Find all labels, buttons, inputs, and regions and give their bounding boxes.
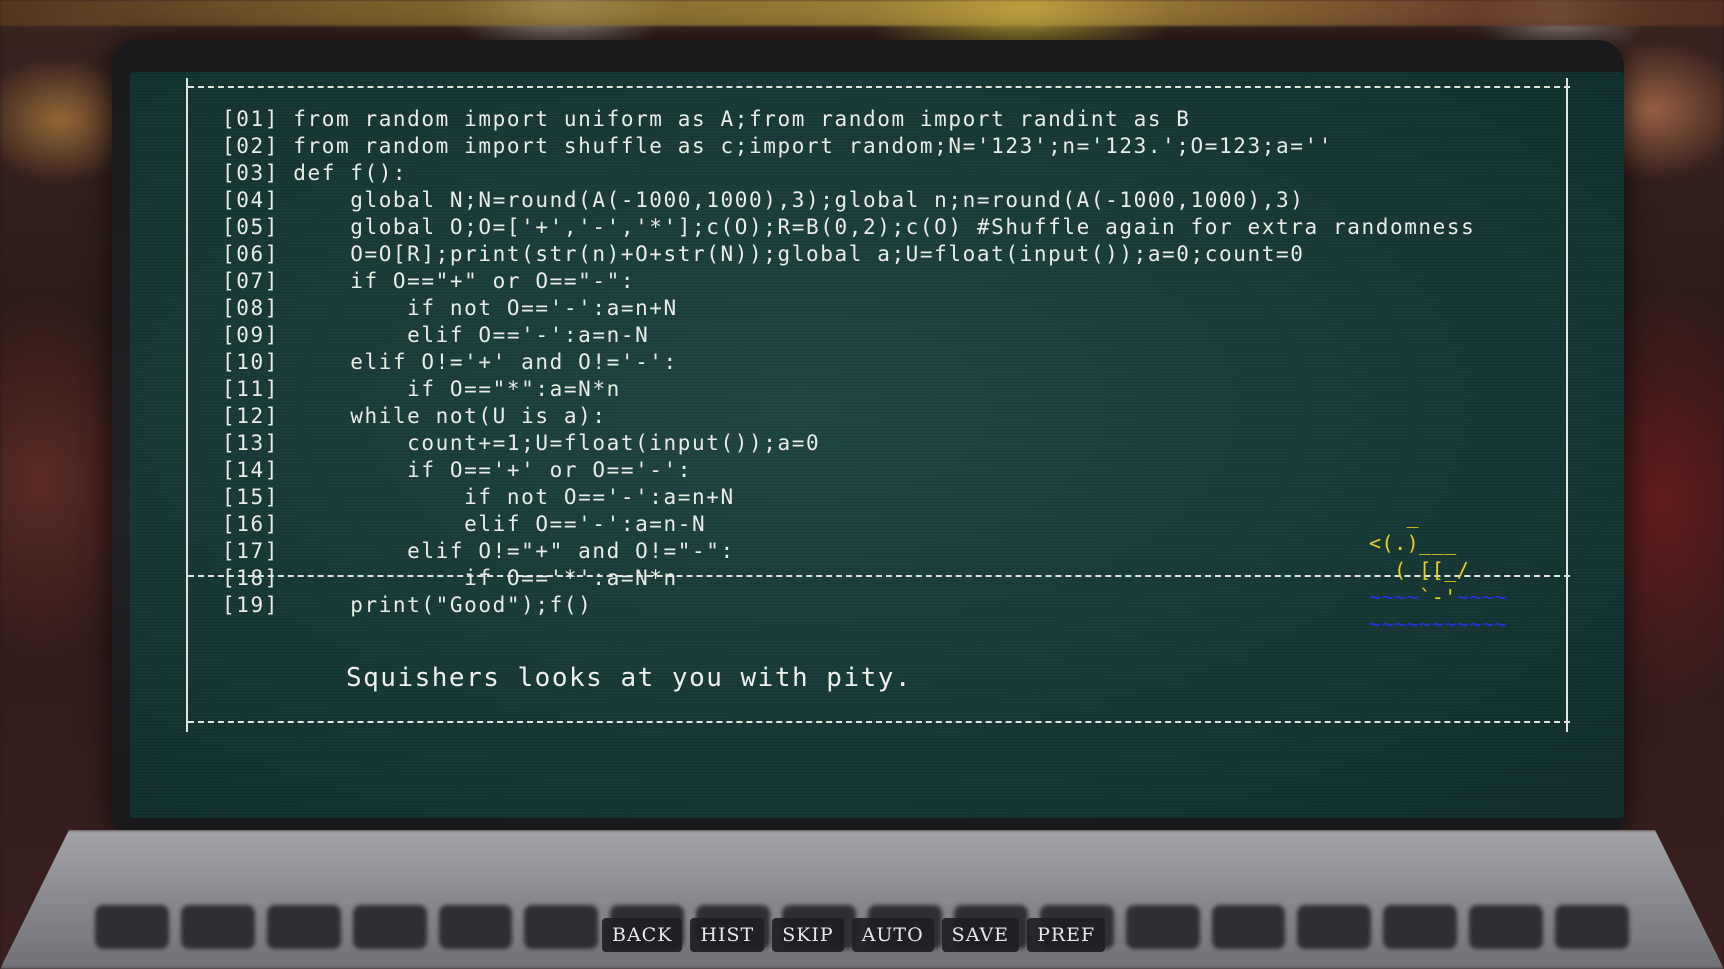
code-line: [13] count+=1;U=float(input());a=0 <box>222 430 1475 457</box>
top-dashed-border <box>188 86 1570 88</box>
left-border <box>186 78 188 732</box>
line-number: [09] <box>222 323 279 347</box>
code-text: while not(U is a): <box>293 404 607 428</box>
line-number: [04] <box>222 188 279 212</box>
duck-line: <(.)___ <box>1369 531 1457 555</box>
line-number: [01] <box>222 107 279 131</box>
code-line: [14] if O=='+' or O=='-': <box>222 457 1475 484</box>
code-text: print("Good");f() <box>293 593 593 617</box>
code-text: elif O!='+' and O!='-': <box>293 350 678 374</box>
code-line: [01] from random import uniform as A;fro… <box>222 106 1475 133</box>
line-number: [12] <box>222 404 279 428</box>
water-segment: ~~~~ <box>1456 585 1507 609</box>
code-line: [03] def f(): <box>222 160 1475 187</box>
line-number: [07] <box>222 269 279 293</box>
code-text: if O=='+' or O=='-': <box>293 458 693 482</box>
line-number: [16] <box>222 512 279 536</box>
code-line: [17] elif O!="+" and O!="-": <box>222 538 1475 565</box>
code-text: count+=1;U=float(input());a=0 <box>293 431 821 455</box>
duck-tail-segment: `-' <box>1419 585 1457 609</box>
line-number: [17] <box>222 539 279 563</box>
code-text: global N;N=round(A(-1000,1000),3);global… <box>293 188 1305 212</box>
code-line: [09] elif O=='-':a=n-N <box>222 322 1475 349</box>
code-line: [19] print("Good");f() <box>222 592 1475 619</box>
back-button[interactable]: BACK <box>602 918 683 952</box>
code-text: if not O=='-':a=n+N <box>293 296 678 320</box>
right-border <box>1566 78 1568 732</box>
skip-button[interactable]: SKIP <box>772 918 844 952</box>
duck-line: _ <box>1369 504 1420 528</box>
line-number: [11] <box>222 377 279 401</box>
water-line: ~~~~~~~~~~~ <box>1369 612 1507 636</box>
save-button[interactable]: SAVE <box>941 918 1020 952</box>
code-text: if O=='*':a=N*n <box>293 566 678 590</box>
background-shelf <box>0 0 1724 26</box>
code-text: elif O!="+" and O!="-": <box>293 539 735 563</box>
code-text: O=O[R];print(str(n)+O+str(N));global a;U… <box>293 242 1305 266</box>
prefs-button[interactable]: PREF <box>1027 918 1106 952</box>
line-number: [18] <box>222 566 279 590</box>
code-line: [18] if O=='*':a=N*n <box>222 565 1475 592</box>
duck-line: ( [[_/ <box>1369 558 1470 582</box>
history-button[interactable]: HIST <box>690 918 765 952</box>
line-number: [10] <box>222 350 279 374</box>
code-line: [06] O=O[R];print(str(n)+O+str(N));globa… <box>222 241 1475 268</box>
code-line: [16] elif O=='-':a=n-N <box>222 511 1475 538</box>
line-number: [19] <box>222 593 279 617</box>
line-number: [03] <box>222 161 279 185</box>
code-line: [11] if O=="*":a=N*n <box>222 376 1475 403</box>
line-number: [06] <box>222 242 279 266</box>
line-number: [08] <box>222 296 279 320</box>
code-text: from random import uniform as A;from ran… <box>293 107 1191 131</box>
code-text: from random import shuffle as c;import r… <box>293 134 1333 158</box>
bottom-dashed-border <box>188 721 1570 723</box>
code-line: [04] global N;N=round(A(-1000,1000),3);g… <box>222 187 1475 214</box>
line-number: [15] <box>222 485 279 509</box>
code-text: elif O=='-':a=n-N <box>293 512 707 536</box>
line-number: [13] <box>222 431 279 455</box>
quick-menu: BACK HIST SKIP AUTO SAVE PREF <box>602 918 1106 952</box>
code-line: [15] if not O=='-':a=n+N <box>222 484 1475 511</box>
code-line: [02] from random import shuffle as c;imp… <box>222 133 1475 160</box>
water-line: ~~~~`-'~~~~ <box>1369 584 1507 611</box>
water-segment: ~~~~ <box>1369 585 1420 609</box>
code-line: [12] while not(U is a): <box>222 403 1475 430</box>
code-text: if O=="+" or O=="-": <box>293 269 636 293</box>
code-text: global O;O=['+','-','*'];c(O);R=B(0,2);c… <box>293 215 1476 239</box>
code-line: [05] global O;O=['+','-','*'];c(O);R=B(0… <box>222 214 1475 241</box>
duck-ascii-art: _ <(.)___ ( [[_/~~~~`-'~~~~ ~~~~~~~~~~~ <box>1369 503 1507 638</box>
code-listing: [01] from random import uniform as A;fro… <box>222 106 1475 619</box>
line-number: [14] <box>222 458 279 482</box>
line-number: [05] <box>222 215 279 239</box>
line-number: [02] <box>222 134 279 158</box>
code-line: [10] elif O!='+' and O!='-': <box>222 349 1475 376</box>
code-text: def f(): <box>293 161 408 185</box>
code-line: [08] if not O=='-':a=n+N <box>222 295 1475 322</box>
terminal-panel: [01] from random import uniform as A;fro… <box>184 78 1574 808</box>
code-text: elif O=='-':a=n-N <box>293 323 650 347</box>
code-text: if not O=='-':a=n+N <box>293 485 735 509</box>
code-line: [07] if O=="+" or O=="-": <box>222 268 1475 295</box>
code-text: if O=="*":a=N*n <box>293 377 621 401</box>
auto-button[interactable]: AUTO <box>851 918 934 952</box>
dialogue-text: Squishers looks at you with pity. <box>346 663 913 693</box>
